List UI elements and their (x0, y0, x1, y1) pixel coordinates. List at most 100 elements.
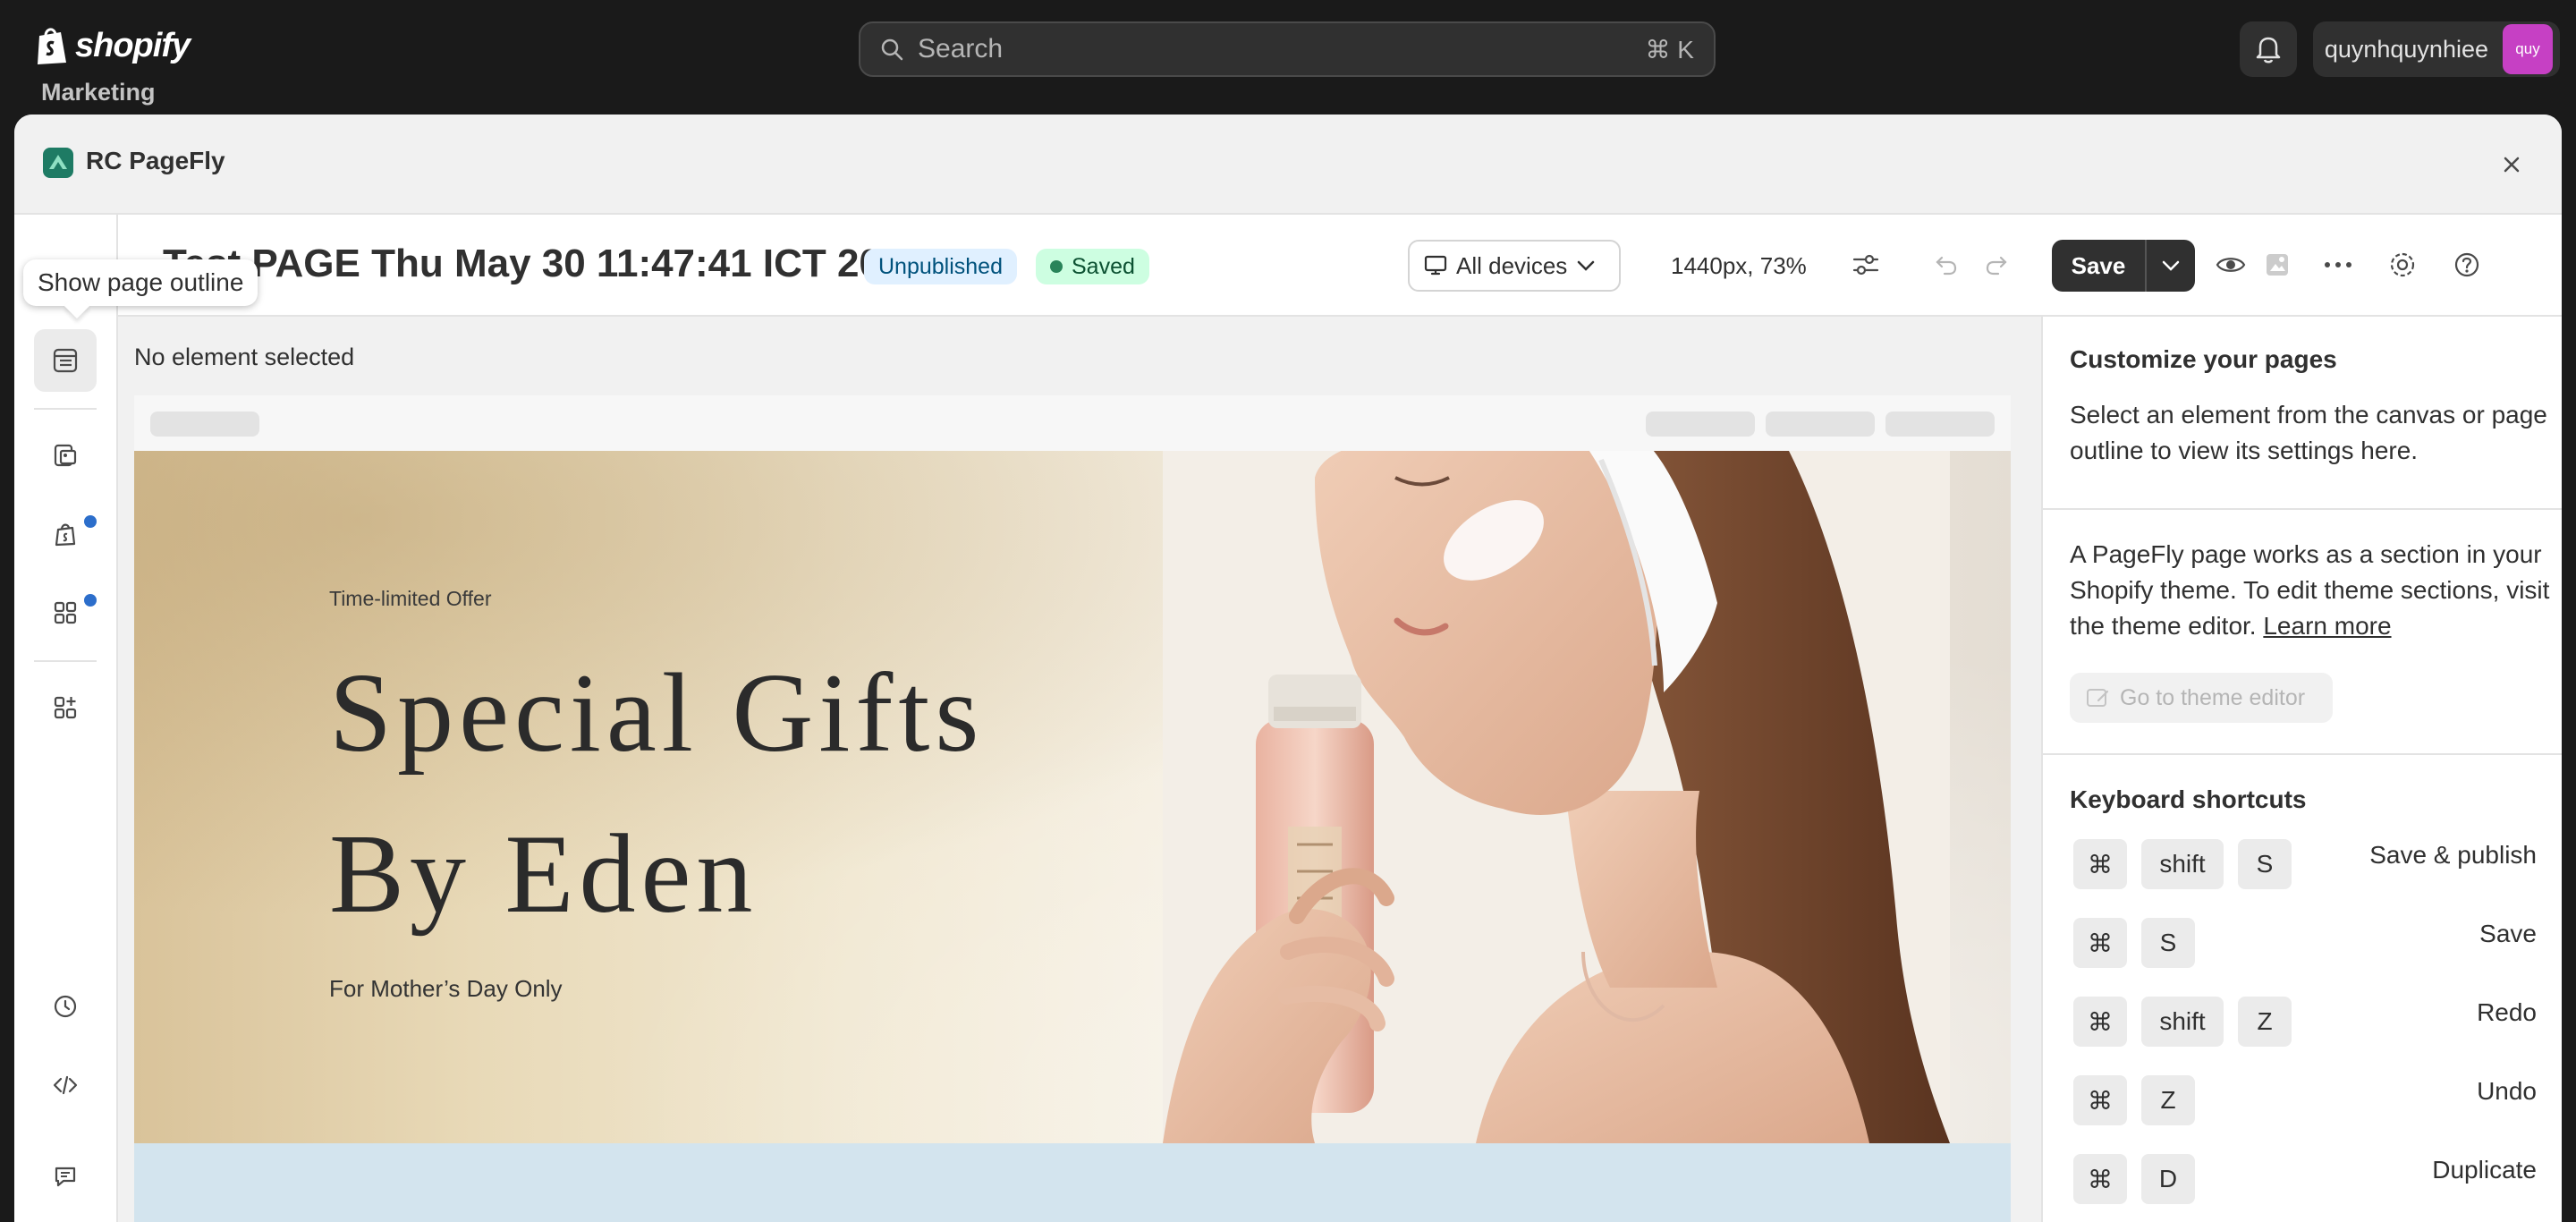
device-select[interactable]: All devices (1408, 240, 1621, 292)
theme-section-info: A PageFly page works as a section in you… (2070, 537, 2553, 644)
customize-heading: Customize your pages (2070, 345, 2337, 373)
shopify-bag-logo-icon (38, 28, 66, 64)
more-horizontal-icon (2325, 262, 2351, 267)
shortcut-label: Redo (2477, 998, 2537, 1026)
preview-button[interactable] (2213, 247, 2249, 283)
shopify-wordmark: shopify (75, 26, 191, 64)
close-icon (2504, 157, 2520, 173)
search-placeholder: Search (918, 34, 1004, 64)
rail-divider (34, 408, 97, 410)
skeleton-nav-item (1766, 412, 1875, 437)
redo-button[interactable] (1979, 247, 2014, 283)
desktop-icon (1424, 255, 1447, 276)
rail-divider (34, 660, 97, 662)
skeleton-header (134, 395, 2011, 451)
status-badge-saved: Saved (1036, 249, 1149, 284)
editor-canvas: No element selected Time-limited Offer S… (118, 317, 2041, 1222)
app-name: RC PageFly (86, 147, 225, 174)
theme-editor-icon (2087, 689, 2109, 707)
background-nav-marketing: Marketing (41, 79, 156, 106)
eye-icon (2216, 258, 2246, 272)
modal-header: RC PageFly (14, 115, 2562, 215)
rail-chat-support[interactable] (34, 1145, 97, 1208)
gear-icon (2390, 252, 2415, 277)
saved-label: Saved (1072, 253, 1135, 279)
page-settings-button[interactable] (2385, 247, 2420, 283)
shortcut-key: D (2141, 1154, 2195, 1204)
hero-title-line-1: Special Gifts (329, 651, 985, 776)
apps-grid-icon (54, 601, 77, 624)
hero-eyebrow: Time-limited Offer (329, 587, 492, 610)
close-button[interactable] (2494, 147, 2529, 182)
shortcut-key: ⌘ (2073, 997, 2127, 1047)
chevron-down-icon (2162, 260, 2180, 271)
template-icon (2267, 254, 2288, 276)
shortcut-key: S (2141, 918, 2195, 968)
chevron-down-icon (1578, 260, 1595, 271)
shortcut-label: Undo (2477, 1077, 2537, 1105)
help-button[interactable] (2449, 247, 2485, 283)
help-icon (2454, 252, 2479, 277)
settings-sliders-button[interactable] (1848, 247, 1884, 283)
model-photo-image (1163, 451, 1950, 1143)
hero-section[interactable]: Time-limited Offer Special Gifts By Eden… (134, 451, 2011, 1143)
shortcut-key: shift (2141, 839, 2224, 889)
save-options-button[interactable] (2147, 240, 2195, 292)
shortcut-label: Save (2479, 920, 2537, 947)
chat-icon (55, 1167, 76, 1187)
more-actions-button[interactable] (2320, 247, 2356, 283)
redo-icon (1986, 256, 2007, 276)
pagefly-app-icon (43, 148, 73, 178)
rail-custom-code[interactable] (34, 1054, 97, 1116)
page-outline-icon (53, 348, 78, 373)
shortcut-key: ⌘ (2073, 1154, 2127, 1204)
skeleton-logo (150, 412, 259, 437)
rail-elements[interactable] (34, 581, 97, 644)
rail-page-layout[interactable] (34, 424, 97, 487)
customize-text: Select an element from the canvas or pag… (2070, 401, 2547, 464)
rail-history[interactable] (34, 975, 97, 1038)
user-menu[interactable]: quynhquynhiee quy (2313, 21, 2560, 77)
rail-shopify-elements[interactable] (34, 503, 97, 565)
learn-more-link[interactable]: Learn more (2263, 612, 2391, 640)
search-icon (881, 38, 903, 61)
rail-page-outline[interactable] (34, 329, 97, 392)
shopify-bag-icon (55, 523, 76, 547)
shopify-logo[interactable]: shopify (34, 25, 191, 66)
undo-button[interactable] (1928, 247, 1964, 283)
search-bar[interactable]: Search ⌘ K (859, 21, 1716, 77)
bell-icon (2256, 37, 2281, 64)
user-name: quynhquynhiee (2324, 35, 2488, 63)
rail-add-apps[interactable] (34, 676, 97, 739)
left-rail (14, 215, 118, 1222)
code-icon (53, 1075, 78, 1095)
notifications-button[interactable] (2240, 21, 2297, 77)
avatar: quy (2503, 24, 2553, 74)
skeleton-nav-item (1885, 412, 1995, 437)
viewport-size[interactable]: 1440px, 73% (1671, 252, 1807, 280)
status-badge-unpublished: Unpublished (864, 249, 1017, 284)
save-button[interactable]: Save (2052, 240, 2147, 292)
page-preview[interactable]: Time-limited Offer Special Gifts By Eden… (134, 395, 2011, 1222)
next-section[interactable] (134, 1143, 2011, 1222)
shortcut-key: Z (2238, 997, 2292, 1047)
shortcut-key: Z (2141, 1075, 2195, 1125)
sliders-icon (1852, 254, 1879, 276)
search-shortcut: ⌘ K (1645, 35, 1694, 64)
shortcut-key: ⌘ (2073, 1075, 2127, 1125)
shortcut-key: shift (2141, 997, 2224, 1047)
save-button-group: Save (2052, 240, 2195, 292)
page-layout-icon (54, 444, 77, 467)
hero-footnote: For Mother’s Day Only (329, 975, 563, 1002)
shortcut-label: Save & publish (2369, 841, 2537, 869)
shortcut-key: ⌘ (2073, 839, 2127, 889)
go-to-theme-editor-button[interactable]: Go to theme editor (2070, 673, 2333, 723)
notification-dot (84, 594, 97, 607)
history-icon (54, 995, 77, 1018)
hero-title-line-2: By Eden (329, 812, 758, 937)
page-title[interactable]: Test PAGE Thu May 30 11:47:41 ICT 2024 (163, 242, 925, 286)
rail-tooltip: Show page outline (23, 259, 258, 306)
publish-template-button[interactable] (2259, 247, 2295, 283)
pagefly-modal: RC PageFly Test PAGE Thu May 30 11:47:41… (14, 115, 2562, 1222)
add-apps-icon (54, 696, 77, 719)
